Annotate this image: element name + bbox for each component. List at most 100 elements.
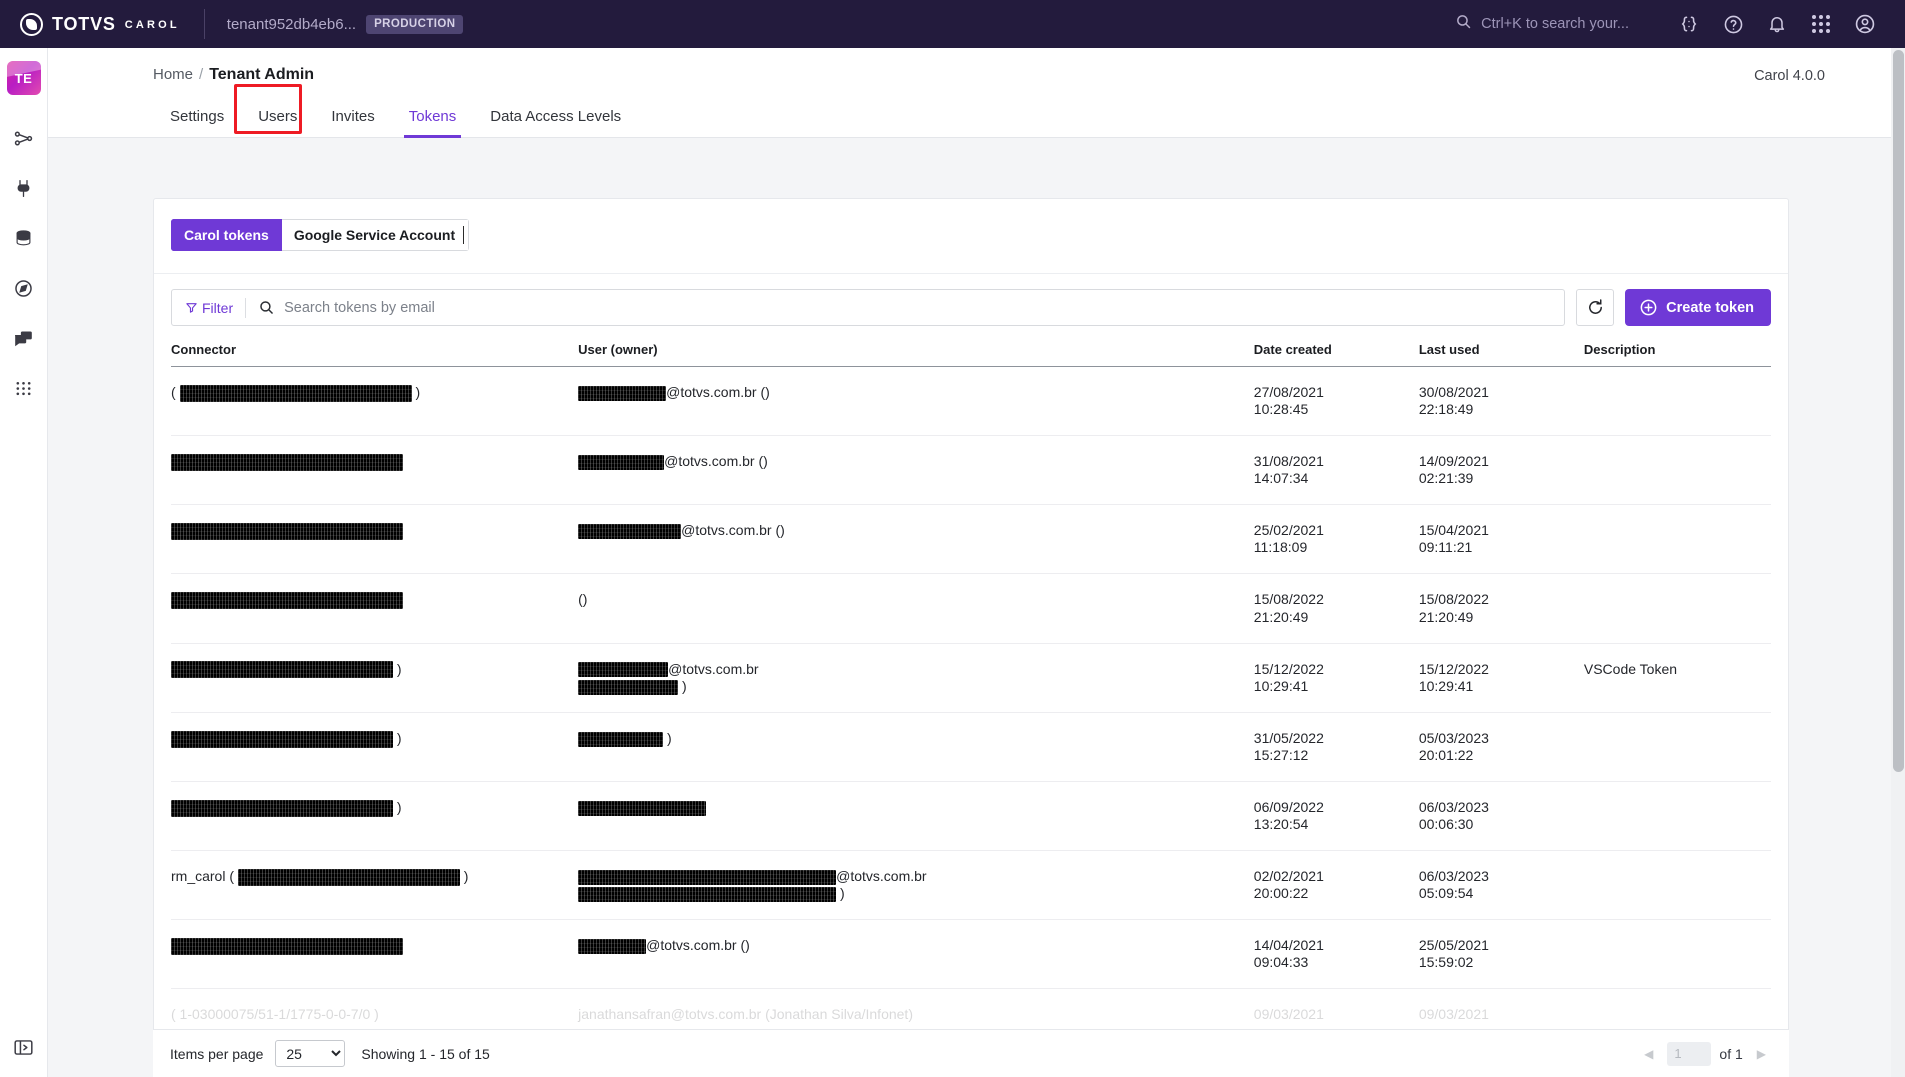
cell-user-owner: @totvs.com.br ) bbox=[578, 850, 1254, 921]
table-row[interactable]: ( ) @totvs.com.br () 27/08/2021 10:28:45 30/… bbox=[171, 366, 1771, 437]
refresh-icon bbox=[1588, 299, 1602, 314]
tab-tokens[interactable]: Tokens bbox=[392, 104, 474, 138]
date-value: 14/04/2021 bbox=[1253, 937, 1324, 954]
vertical-scrollbar-thumb[interactable] bbox=[1893, 50, 1904, 772]
cell-date-created: 27/08/2021 10:28:45 bbox=[1253, 366, 1419, 437]
cell-user-owner: @totvs.com.br () bbox=[578, 504, 1254, 575]
apps-grid-icon[interactable] bbox=[1799, 2, 1843, 46]
cell-description bbox=[1583, 781, 1771, 852]
cell-user-owner: @totvs.com.br ) bbox=[578, 643, 1254, 713]
search-input[interactable]: Search tokens by email bbox=[284, 300, 435, 316]
tenant-avatar-initials: TE bbox=[14, 70, 33, 86]
bell-icon[interactable] bbox=[1755, 2, 1799, 46]
date-value: 30/08/2021 bbox=[1418, 384, 1489, 400]
environment-badge: PRODUCTION bbox=[366, 14, 464, 34]
cell-description bbox=[1583, 573, 1771, 644]
plug-connector-icon[interactable] bbox=[0, 171, 48, 205]
expand-panel-icon[interactable] bbox=[13, 1037, 34, 1063]
compass-explore-icon[interactable] bbox=[0, 271, 48, 305]
date-value: 09/03/2021 bbox=[1253, 1006, 1324, 1023]
filter-button[interactable]: Filter bbox=[172, 290, 245, 325]
table-row[interactable]: @totvs.com.br () 25/02/2021 11:18:09 15/04/… bbox=[171, 504, 1771, 575]
cell-date-created: 31/08/2021 14:07:34 bbox=[1253, 435, 1419, 506]
tab-settings[interactable]: Settings bbox=[153, 104, 241, 137]
date-value: 15/12/2022 bbox=[1418, 660, 1489, 677]
breadcrumb: Home / Tenant Admin bbox=[48, 48, 1891, 84]
cell-user-owner: @totvs.com.br () bbox=[578, 919, 1254, 990]
column-header-last-used[interactable]: Last used bbox=[1418, 342, 1584, 367]
refresh-button[interactable] bbox=[1576, 289, 1615, 326]
cell-user-owner: ) bbox=[578, 712, 1254, 782]
left-sidebar-rail: TE bbox=[0, 48, 48, 1077]
create-token-button[interactable]: Create token bbox=[1625, 289, 1771, 326]
redacted-text bbox=[171, 799, 393, 817]
tokens-toolbar: Filter Search tokens by email Create tok… bbox=[154, 274, 1788, 326]
pipeline-icon[interactable] bbox=[0, 121, 48, 155]
search-icon bbox=[246, 299, 284, 316]
tab-bar: Settings Users Invites Tokens Data Acces… bbox=[48, 84, 1891, 138]
filter-label: Filter bbox=[202, 299, 234, 316]
date-value: 06/03/2023 bbox=[1418, 868, 1489, 885]
table-row[interactable]: ) @totvs.com.br ) 15/12/2022 10:29:41 15/12/… bbox=[171, 643, 1771, 713]
cell-date-created: 15/12/2022 10:29:41 bbox=[1253, 643, 1419, 713]
redacted-text bbox=[578, 454, 665, 470]
apps-dots-icon[interactable] bbox=[0, 371, 48, 405]
cell-last-used: 25/05/2021 15:59:02 bbox=[1418, 919, 1584, 990]
table-row[interactable]: @totvs.com.br () 31/08/2021 14:07:34 14/09/… bbox=[171, 435, 1771, 506]
column-header-date-created[interactable]: Date created bbox=[1253, 342, 1419, 367]
top-bar-actions: Ctrl+K to search your... bbox=[1455, 2, 1905, 46]
user-account-icon[interactable] bbox=[1843, 2, 1887, 46]
table-row[interactable]: ) ) 31/05/2022 15:27:12 05/03/2023 20:01:22 bbox=[171, 712, 1771, 782]
cell-date-created: 02/02/2021 20:00:22 bbox=[1253, 850, 1419, 921]
vertical-scrollbar-track[interactable] bbox=[1891, 48, 1905, 1077]
token-type-segmented-control: Carol tokens Google Service Account bbox=[171, 219, 470, 251]
date-value: 09/03/2021 bbox=[1418, 1006, 1489, 1023]
table-head: Connector User (owner) Date created Last… bbox=[171, 342, 1771, 367]
tenant-avatar-logo[interactable]: TE bbox=[6, 61, 41, 95]
database-icon[interactable] bbox=[0, 221, 48, 255]
cell-description bbox=[1583, 712, 1771, 782]
segment-carol-tokens[interactable]: Carol tokens bbox=[171, 219, 282, 251]
redacted-text bbox=[578, 385, 667, 401]
global-search[interactable]: Ctrl+K to search your... bbox=[1455, 13, 1629, 35]
time-value: 10:29:41 bbox=[1418, 677, 1474, 694]
help-circle-icon[interactable] bbox=[1711, 2, 1755, 46]
column-header-connector[interactable]: Connector bbox=[171, 342, 579, 367]
column-header-user-owner[interactable]: User (owner) bbox=[578, 342, 1254, 367]
brand-logo[interactable]: TOTVS CAROL bbox=[0, 12, 180, 36]
column-header-description[interactable]: Description bbox=[1583, 342, 1771, 367]
cell-connector: rm_carol ( ) bbox=[171, 850, 579, 921]
cell-user-owner: @totvs.com.br () bbox=[578, 435, 1254, 506]
breadcrumb-home[interactable]: Home bbox=[153, 66, 193, 83]
redacted-text bbox=[171, 523, 403, 541]
tenant-selector[interactable]: tenant952db4eb6... PRODUCTION bbox=[227, 14, 464, 34]
time-value: 20:00:22 bbox=[1253, 885, 1309, 902]
tab-users[interactable]: Users bbox=[241, 104, 314, 137]
page-title: Tenant Admin bbox=[209, 66, 315, 83]
table-header-row: Connector User (owner) Date created Last… bbox=[171, 342, 1771, 367]
redacted-text bbox=[578, 869, 837, 885]
chevron-right-icon[interactable]: ▶ bbox=[1751, 1047, 1772, 1061]
search-container: Filter Search tokens by email bbox=[171, 289, 1566, 326]
page-number-input[interactable]: 1 bbox=[1667, 1041, 1712, 1066]
code-braces-icon[interactable] bbox=[1667, 2, 1711, 46]
tab-invites[interactable]: Invites bbox=[314, 104, 391, 137]
cell-last-used: 30/08/2021 22:18:49 bbox=[1418, 366, 1584, 437]
redacted-text bbox=[578, 800, 707, 816]
table-row[interactable]: @totvs.com.br () 14/04/2021 09:04:33 25/05/… bbox=[171, 919, 1771, 990]
redacted-text bbox=[171, 453, 403, 471]
date-value: 15/04/2021 bbox=[1418, 522, 1489, 539]
cell-date-created: 15/08/2022 21:20:49 bbox=[1253, 573, 1419, 644]
chat-bubbles-icon[interactable] bbox=[0, 321, 48, 355]
table-row[interactable]: () 15/08/2022 21:20:49 15/08/2022 21:20:49 bbox=[171, 573, 1771, 644]
tokens-card: Carol tokens Google Service Account Filt… bbox=[153, 198, 1789, 1077]
chevron-left-icon[interactable]: ◀ bbox=[1638, 1047, 1659, 1061]
redacted-text bbox=[237, 868, 460, 886]
items-per-page-select[interactable]: 102550100 bbox=[275, 1040, 346, 1067]
date-value: 15/08/2022 bbox=[1418, 591, 1489, 608]
tab-data-access-levels[interactable]: Data Access Levels bbox=[473, 104, 638, 137]
cell-connector bbox=[171, 504, 579, 575]
table-row[interactable]: rm_carol ( ) @totvs.com.br ) 02/02/2021 20:… bbox=[171, 850, 1771, 921]
segment-google-service-account[interactable]: Google Service Account bbox=[281, 219, 470, 251]
table-row[interactable]: ) 06/09/2022 13:20:54 06/03/2023 00:06:30 bbox=[171, 781, 1771, 852]
